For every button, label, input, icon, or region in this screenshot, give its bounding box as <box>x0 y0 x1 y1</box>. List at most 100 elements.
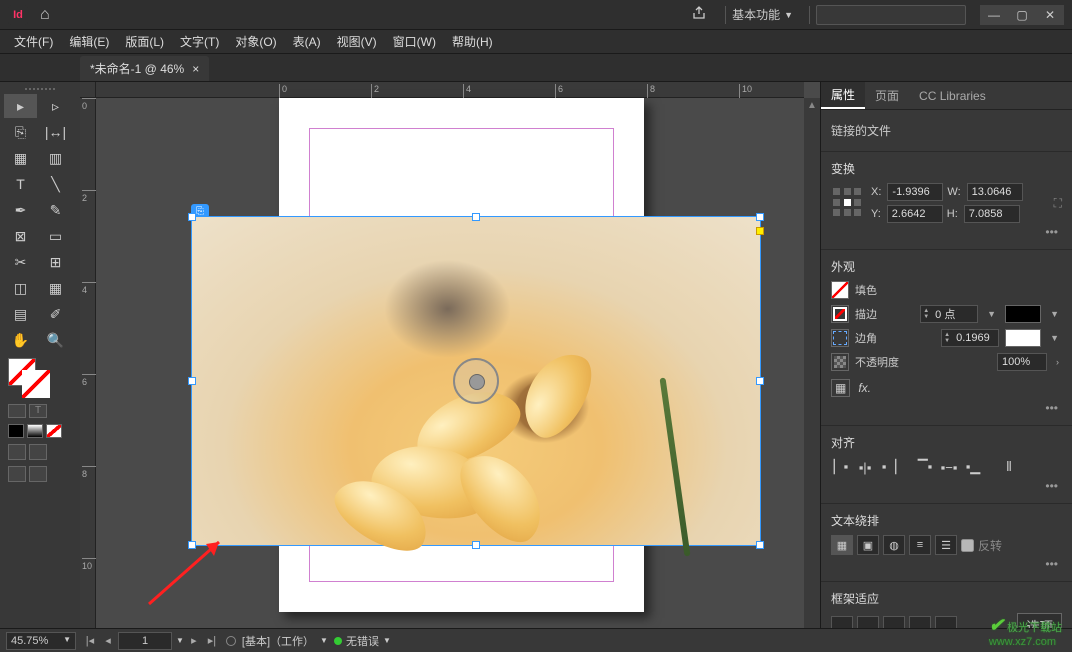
opacity-input[interactable] <box>997 353 1047 371</box>
handle-n[interactable] <box>472 213 480 221</box>
tab-close-icon[interactable]: × <box>192 62 199 76</box>
align-right[interactable]: ▪▕ <box>879 457 899 477</box>
align-left[interactable]: ▏▪ <box>831 457 851 477</box>
zoom-tool[interactable]: 🔍 <box>39 328 72 352</box>
page-number-input[interactable]: 1 <box>118 632 172 650</box>
wrap-invert[interactable]: 反转 <box>961 537 1002 554</box>
wrap-jump-col[interactable]: ☰ <box>935 535 957 555</box>
rect-frame-tool[interactable]: ⊠ <box>4 224 37 248</box>
preflight-status[interactable]: 无错误 ▼ <box>334 633 391 649</box>
page-tool[interactable]: ⎘ <box>4 120 37 144</box>
align-top[interactable]: ▔▪ <box>915 457 935 477</box>
menu-edit[interactable]: 编辑(E) <box>61 33 117 50</box>
scrollbar-vertical[interactable]: ▲ <box>804 98 820 628</box>
ruler-vertical[interactable]: 0 2 4 6 8 10 <box>80 98 96 628</box>
gradient-swatch-tool[interactable]: ◫ <box>4 276 37 300</box>
apply-none[interactable] <box>46 424 62 438</box>
wrap-bbox[interactable]: ▣ <box>857 535 879 555</box>
content-grabber-icon[interactable] <box>453 358 499 404</box>
view-mode-preview[interactable] <box>29 444 47 460</box>
corner-icon[interactable] <box>831 329 849 347</box>
type-tool[interactable]: T <box>4 172 37 196</box>
tab-properties[interactable]: 属性 <box>821 82 865 109</box>
h-input[interactable] <box>964 205 1020 223</box>
page-next-icon[interactable]: ▸ <box>186 634 202 647</box>
panel-grip[interactable] <box>4 86 76 92</box>
handle-w[interactable] <box>188 377 196 385</box>
menu-layout[interactable]: 版面(L) <box>117 33 172 50</box>
view-mode-normal[interactable] <box>8 444 26 460</box>
menu-table[interactable]: 表(A) <box>285 33 329 50</box>
format-container-icon[interactable] <box>8 404 26 418</box>
tab-document[interactable]: *未命名-1 @ 46% × <box>80 56 209 81</box>
menu-help[interactable]: 帮助(H) <box>444 33 501 50</box>
reference-point[interactable] <box>831 186 865 220</box>
stroke-weight-dd[interactable]: ▼ <box>984 309 999 319</box>
corner-shape[interactable] <box>1005 329 1041 347</box>
scroll-up-icon[interactable]: ▲ <box>804 98 820 112</box>
handle-se[interactable] <box>756 541 764 549</box>
fx-label[interactable]: fx. <box>858 381 871 395</box>
fit-content-frame[interactable] <box>831 616 853 629</box>
gap-tool[interactable]: |↔| <box>39 120 72 144</box>
handle-e[interactable] <box>756 377 764 385</box>
gpu-status-icon[interactable] <box>226 636 236 646</box>
fill-stroke-swatches[interactable] <box>4 358 76 400</box>
line-tool[interactable]: ╲ <box>39 172 72 196</box>
w-input[interactable] <box>967 183 1023 201</box>
minimize-button[interactable]: — <box>980 5 1008 25</box>
apply-color[interactable] <box>8 424 24 438</box>
x-input[interactable] <box>887 183 943 201</box>
opacity-dd[interactable]: › <box>1053 357 1062 367</box>
fit-proportional[interactable] <box>883 616 905 629</box>
stroke-swatch-icon[interactable] <box>831 305 849 323</box>
distribute-h[interactable]: ⫴ <box>999 457 1019 477</box>
page-first-icon[interactable]: |◂ <box>82 634 98 647</box>
hand-tool[interactable]: ✋ <box>4 328 37 352</box>
content-placer-tool[interactable]: ▥ <box>39 146 72 170</box>
menu-view[interactable]: 视图(V) <box>329 33 385 50</box>
pen-tool[interactable]: ✒ <box>4 198 37 222</box>
gradient-feather-tool[interactable]: ▦ <box>39 276 72 300</box>
align-bottom[interactable]: ▪▁ <box>963 457 983 477</box>
align-vcenter[interactable]: ▪−▪ <box>939 457 959 477</box>
page-last-icon[interactable]: ▸| <box>204 634 220 647</box>
share-icon[interactable] <box>691 5 707 24</box>
handle-s[interactable] <box>472 541 480 549</box>
tab-cc-libraries[interactable]: CC Libraries <box>909 82 996 109</box>
y-input[interactable] <box>887 205 943 223</box>
screen-mode-b[interactable] <box>29 466 47 482</box>
profile-label[interactable]: [基本]（工作） <box>242 633 314 649</box>
menu-window[interactable]: 窗口(W) <box>385 33 444 50</box>
ruler-horizontal[interactable]: 0 2 4 6 8 10 <box>96 82 804 98</box>
corner-shape-dd[interactable]: ▼ <box>1047 333 1062 343</box>
fit-fill[interactable] <box>909 616 931 629</box>
format-text-icon[interactable]: T <box>29 404 47 418</box>
close-button[interactable]: ✕ <box>1036 5 1064 25</box>
handle-ne[interactable] <box>756 213 764 221</box>
handle-nw[interactable] <box>188 213 196 221</box>
frame-options-button[interactable]: 选项 <box>1017 613 1062 628</box>
stroke-swatch[interactable] <box>22 370 50 398</box>
wrap-shape[interactable]: ◍ <box>883 535 905 555</box>
screen-mode-a[interactable] <box>8 466 26 482</box>
fit-center[interactable] <box>935 616 957 629</box>
corner-size-input[interactable]: ▲▼ <box>941 329 999 347</box>
handle-sw[interactable] <box>188 541 196 549</box>
align-hcenter[interactable]: ▪|▪ <box>855 457 875 477</box>
page-prev-icon[interactable]: ◂ <box>100 634 116 647</box>
wrap-none[interactable]: ▦ <box>831 535 853 555</box>
search-input[interactable] <box>816 5 966 25</box>
fx-icon[interactable]: ▦ <box>831 379 850 397</box>
fill-swatch-icon[interactable] <box>831 281 849 299</box>
zoom-level[interactable]: 45.75%▼ <box>6 632 76 650</box>
tab-pages[interactable]: 页面 <box>865 82 909 109</box>
fit-frame-content[interactable] <box>857 616 879 629</box>
home-icon[interactable]: ⌂ <box>40 6 50 24</box>
note-tool[interactable]: ▤ <box>4 302 37 326</box>
direct-selection-tool[interactable]: ▹ <box>39 94 72 118</box>
stroke-style-dd[interactable]: ▼ <box>1047 309 1062 319</box>
align-more[interactable]: ••• <box>831 477 1062 495</box>
wrap-jump[interactable]: ≡ <box>909 535 931 555</box>
maximize-button[interactable]: ▢ <box>1008 5 1036 25</box>
